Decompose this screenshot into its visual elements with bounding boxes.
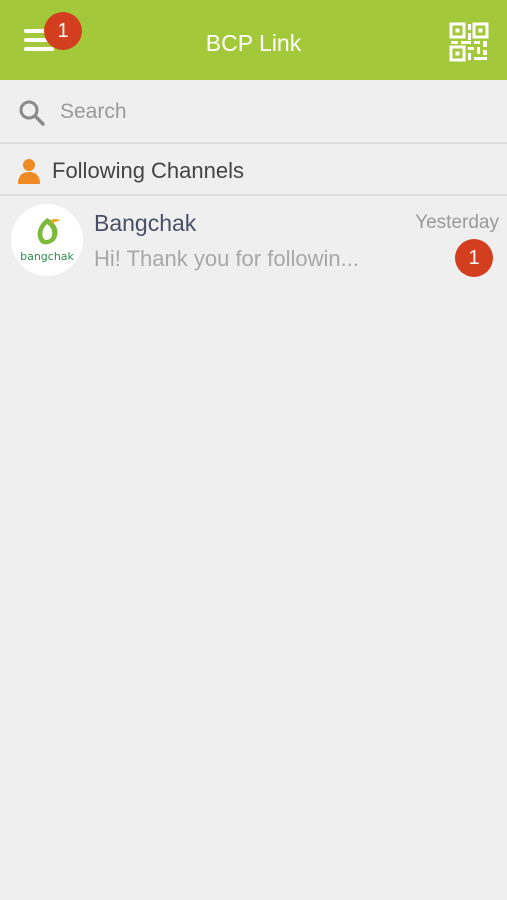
channel-name: Bangchak (94, 210, 197, 236)
channel-avatar: bangchak (11, 204, 83, 276)
search-icon (19, 100, 45, 126)
app-header: 1 BCP Link (0, 0, 507, 80)
bangchak-logo-icon (37, 218, 60, 245)
search-bar (0, 80, 507, 144)
channel-message-preview: Hi! Thank you for followin... (94, 246, 359, 271)
channel-logo-text: bangchak (20, 250, 74, 263)
qr-code-button[interactable] (449, 22, 489, 62)
section-title: Following Channels (52, 158, 244, 183)
channel-list-item[interactable]: bangchak Bangchak Yesterday Hi! Thank yo… (0, 198, 507, 284)
channel-unread-badge: 1 (455, 239, 493, 277)
search-input[interactable] (60, 94, 480, 130)
following-channels-header: Following Channels (0, 146, 507, 196)
channel-timestamp: Yesterday (415, 212, 499, 233)
page-title: BCP Link (205, 30, 302, 56)
person-icon (18, 159, 40, 184)
qr-code-icon (449, 22, 489, 62)
